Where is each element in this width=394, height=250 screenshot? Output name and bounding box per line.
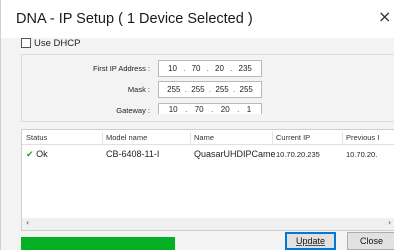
column-status[interactable]: Status	[26, 133, 47, 142]
first-ip-octet-3: 20	[215, 64, 224, 73]
mask-octet-2: 255	[191, 85, 205, 94]
device-list-header: Status Model name Name Current IP Previo…	[22, 130, 394, 145]
close-icon[interactable]: ×	[378, 9, 391, 25]
previous-ip-cell: 10.70.20.	[346, 150, 378, 159]
ip-setup-dialog: DNA - IP Setup ( 1 Device Selected ) × U…	[0, 0, 394, 250]
column-name[interactable]: Name	[194, 133, 214, 142]
device-name-cell: QuasarUHDIPCame	[194, 149, 276, 159]
title-bar: DNA - IP Setup ( 1 Device Selected ) ×	[1, 0, 394, 38]
gateway-octet-3: 20	[220, 105, 230, 114]
close-button-label: Close	[359, 236, 383, 246]
progress-bar-fill	[21, 237, 175, 250]
gateway-field[interactable]: 10. 70. 20. 1	[158, 103, 262, 114]
device-list[interactable]: Status Model name Name Current IP Previo…	[21, 129, 394, 231]
gateway-octet-4: 1	[246, 105, 252, 114]
update-button[interactable]: Update	[285, 232, 336, 250]
first-ip-octet-1: 10	[168, 64, 177, 73]
check-icon: ✔	[26, 150, 34, 160]
column-model-name[interactable]: Model name	[106, 133, 147, 142]
update-button-label: Update	[295, 236, 326, 246]
mask-octet-1: 255	[167, 85, 181, 94]
use-dhcp-checkbox[interactable]	[21, 38, 31, 48]
scroll-right-icon[interactable]: ›	[388, 218, 391, 227]
status-text: Ok	[36, 149, 48, 159]
status-cell: ✔ Ok	[26, 149, 48, 160]
mask-field[interactable]: 255. 255. 255. 255	[158, 81, 262, 98]
progress-bar	[21, 237, 175, 250]
current-ip-cell: 10.70.20.235	[276, 150, 320, 159]
model-name-cell: CB-6408-11-I	[106, 149, 160, 159]
gateway-octet-2: 70	[194, 105, 204, 114]
close-button[interactable]: Close	[347, 232, 394, 250]
first-ip-octet-2: 70	[191, 64, 201, 73]
window-title: DNA - IP Setup ( 1 Device Selected )	[16, 11, 253, 27]
gateway-label: Gateway :	[116, 106, 150, 115]
ip-settings-group: First IP Address : 10. 70. 20. 235 Mask …	[21, 54, 394, 122]
column-previous-ip[interactable]: Previous I	[346, 133, 379, 142]
use-dhcp-label: Use DHCP	[34, 37, 81, 49]
table-row[interactable]: ✔ Ok CB-6408-11-I QuasarUHDIPCame 10.70.…	[22, 147, 394, 161]
use-dhcp-option[interactable]: Use DHCP	[21, 36, 80, 50]
horizontal-scrollbar[interactable]: ‹ ›	[22, 218, 394, 230]
mask-octet-4: 255	[239, 85, 253, 94]
first-ip-octet-4: 235	[238, 64, 252, 73]
first-ip-field[interactable]: 10. 70. 20. 235	[158, 60, 262, 77]
mask-octet-3: 255	[215, 85, 229, 94]
mask-label: Mask :	[127, 85, 150, 94]
first-ip-label: First IP Address :	[93, 64, 150, 73]
column-current-ip[interactable]: Current IP	[276, 133, 310, 142]
gateway-octet-1: 10	[168, 105, 178, 114]
scroll-left-icon[interactable]: ‹	[26, 218, 29, 227]
